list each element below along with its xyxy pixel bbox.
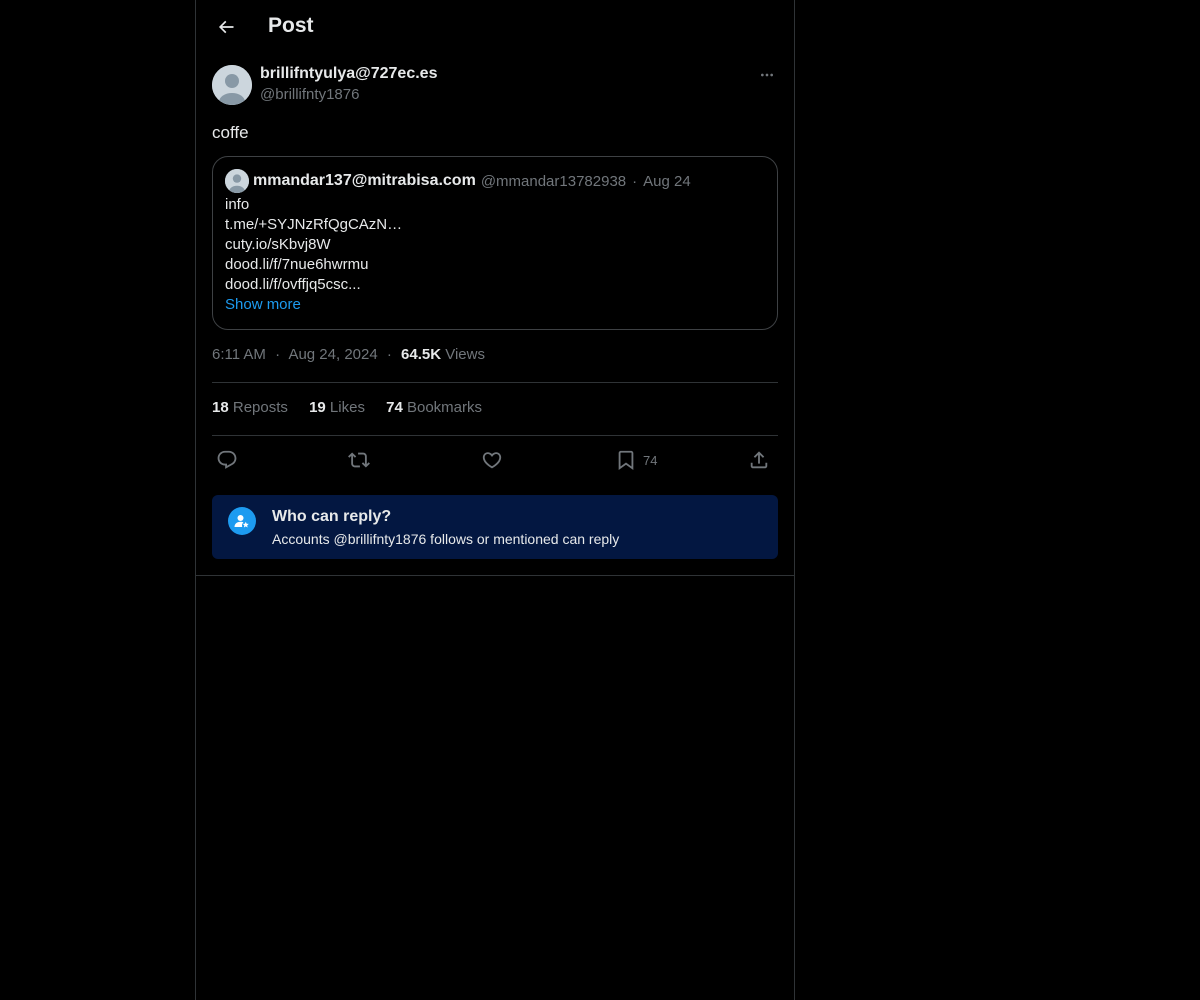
divider bbox=[212, 382, 778, 383]
divider bbox=[196, 575, 794, 576]
quote-line: cuty.io/sKbvj8W bbox=[225, 236, 331, 253]
quote-header: mmandar137@mitrabisa.com @mmandar1378293… bbox=[225, 169, 765, 193]
default-avatar-icon bbox=[225, 169, 249, 193]
quote-line: info bbox=[225, 196, 250, 213]
reply-restriction-icon-wrap bbox=[228, 507, 256, 535]
ellipsis-icon bbox=[761, 73, 773, 77]
avatar[interactable] bbox=[212, 65, 252, 105]
post-meta: 6:11 AM · Aug 24, 2024 · 64.5K Views bbox=[212, 346, 485, 363]
author-handle[interactable]: @brillifnty1876 bbox=[260, 86, 359, 103]
views-label: Views bbox=[445, 346, 485, 363]
bookmark-button[interactable]: 74 bbox=[615, 446, 657, 474]
reposts-label: Reposts bbox=[232, 399, 288, 416]
post: brillifntyulya@727ec.es @brillifnty1876 … bbox=[212, 64, 778, 330]
reply-restriction-subtitle: Accounts @brillifnty1876 follows or ment… bbox=[272, 531, 620, 547]
engagement-stats: 18 Reposts 19 Likes 74 Bookmarks bbox=[212, 399, 499, 416]
bookmark-count: 74 bbox=[643, 452, 658, 468]
reply-restriction-title: Who can reply? bbox=[272, 508, 392, 525]
reposts-stat[interactable]: 18 Reposts bbox=[212, 399, 288, 416]
repost-button[interactable] bbox=[348, 446, 370, 474]
post-text: coffe bbox=[212, 123, 249, 142]
reposts-count: 18 bbox=[212, 399, 229, 416]
post-date[interactable]: Aug 24, 2024 bbox=[288, 346, 377, 363]
quote-line: t.me/+SYJNzRfQgCAzN… bbox=[225, 216, 403, 233]
bookmark-icon bbox=[618, 450, 634, 471]
default-avatar-icon bbox=[212, 65, 252, 105]
back-button[interactable] bbox=[212, 13, 240, 41]
quote-avatar bbox=[225, 169, 249, 193]
quote-author-name: mmandar137@mitrabisa.com bbox=[253, 172, 476, 189]
author-name[interactable]: brillifntyulya@727ec.es bbox=[260, 65, 437, 83]
bookmarks-count: 74 bbox=[386, 399, 403, 416]
divider bbox=[212, 435, 778, 436]
show-more-link[interactable]: Show more bbox=[225, 295, 765, 315]
share-icon bbox=[750, 451, 768, 469]
reply-icon bbox=[217, 450, 237, 469]
quote-date: Aug 24 bbox=[643, 172, 691, 190]
main-column: Post brillifntyulya@727ec.es @brillifnty… bbox=[195, 0, 795, 1000]
page-title: Post bbox=[268, 14, 314, 37]
quote-line: dood.li/f/ovffjq5csc... bbox=[225, 276, 361, 293]
reply-restriction-notice: Who can reply? Accounts @brillifnty1876 … bbox=[212, 495, 778, 559]
share-button[interactable] bbox=[748, 446, 770, 474]
likes-stat[interactable]: 19 Likes bbox=[309, 399, 365, 416]
likes-label: Likes bbox=[329, 399, 365, 416]
reply-button[interactable] bbox=[216, 446, 238, 474]
bookmarks-label: Bookmarks bbox=[406, 399, 483, 416]
author-row: brillifntyulya@727ec.es @brillifnty1876 bbox=[212, 64, 778, 106]
repost-icon bbox=[348, 452, 370, 468]
action-bar: 74 bbox=[212, 446, 778, 474]
header: Post bbox=[196, 0, 794, 54]
quote-author-handle: @mmandar13782938 bbox=[480, 172, 627, 190]
like-button[interactable] bbox=[481, 446, 503, 474]
user-mention-icon bbox=[234, 515, 249, 528]
post-time[interactable]: 6:11 AM bbox=[212, 346, 266, 363]
meta-separator: · bbox=[386, 346, 392, 363]
quote-text: info t.me/+SYJNzRfQgCAzN… cuty.io/sKbvj8… bbox=[225, 195, 765, 315]
meta-separator: · bbox=[275, 346, 281, 363]
likes-count: 19 bbox=[309, 399, 326, 416]
quoted-post[interactable]: mmandar137@mitrabisa.com @mmandar1378293… bbox=[212, 156, 778, 330]
bookmarks-stat[interactable]: 74 Bookmarks bbox=[386, 399, 482, 416]
arrow-left-icon bbox=[218, 20, 234, 34]
quote-separator: · bbox=[632, 172, 638, 190]
heart-icon bbox=[482, 452, 502, 469]
views-count: 64.5K bbox=[401, 346, 442, 363]
more-button[interactable] bbox=[756, 64, 778, 86]
quote-line: dood.li/f/7nue6hwrmu bbox=[225, 256, 369, 273]
